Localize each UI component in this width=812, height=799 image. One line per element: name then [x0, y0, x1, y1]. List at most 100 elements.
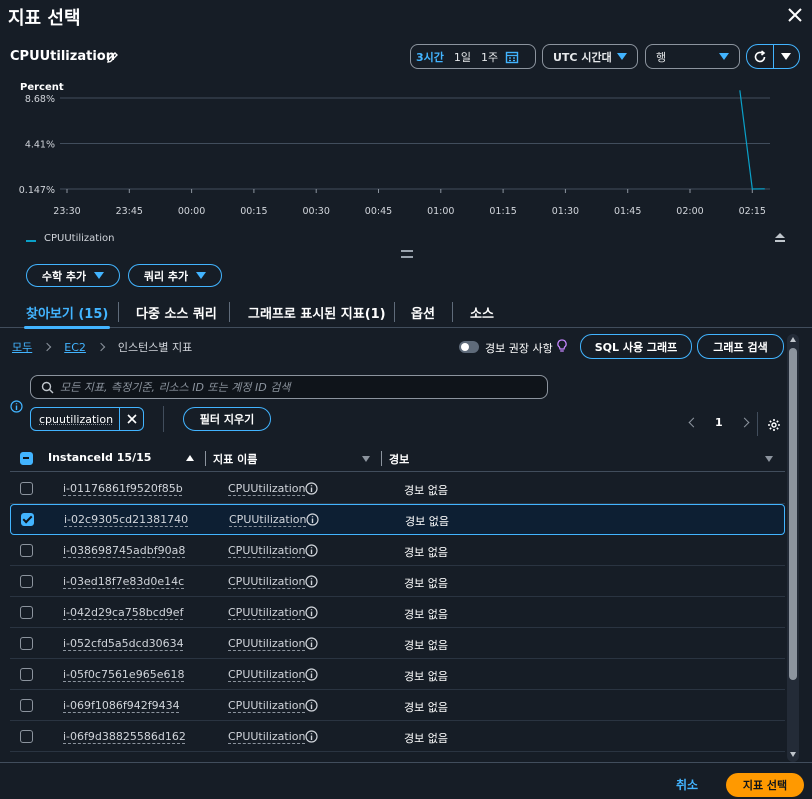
metric-name[interactable]: CPUUtilization — [228, 730, 305, 743]
table-row[interactable]: i-05f0c7561e965e618 CPUUtilization 경보 없음 — [10, 659, 785, 690]
metric-name[interactable]: CPUUtilization — [228, 699, 305, 712]
info-icon[interactable] — [305, 606, 318, 619]
table-row[interactable]: i-01176861f9520f85b CPUUtilization 경보 없음 — [10, 473, 785, 504]
page-number[interactable]: 1 — [715, 416, 723, 429]
metric-title: CPUUtilization — [10, 49, 115, 64]
alarm-status: 경보 없음 — [404, 639, 448, 652]
timezone-label: UTC 시간대 — [553, 50, 612, 64]
info-icon[interactable] — [305, 482, 318, 495]
row-checkbox[interactable] — [20, 637, 33, 650]
info-icon[interactable] — [305, 575, 318, 588]
chevron-left-icon[interactable] — [688, 417, 699, 428]
table-row[interactable]: i-03ed18f7e83d0e14c CPUUtilization 경보 없음 — [10, 566, 785, 597]
metric-name[interactable]: CPUUtilization — [228, 482, 305, 495]
table-row[interactable]: i-06f9d38825586d162 CPUUtilization 경보 없음 — [10, 721, 785, 752]
column-header-alarm[interactable]: 경보 — [389, 451, 409, 467]
column-header-instance-id[interactable]: InstanceId 15/15 — [48, 451, 151, 464]
instance-id-link[interactable]: i-052cfd5a5dcd30634 — [63, 637, 184, 650]
row-checkbox[interactable] — [20, 668, 33, 681]
info-icon[interactable] — [306, 513, 319, 526]
x-tick-label: 01:45 — [614, 206, 641, 217]
table-row[interactable]: i-038698745adbf90a8 CPUUtilization 경보 없음 — [10, 535, 785, 566]
graph-search-button[interactable]: 그래프 검색 — [697, 334, 784, 359]
info-icon[interactable] — [10, 400, 23, 413]
alarm-status: 경보 없음 — [404, 732, 448, 745]
metric-name[interactable]: CPUUtilization — [228, 637, 305, 650]
row-checkbox[interactable] — [20, 606, 33, 619]
add-math-button[interactable]: 수학 추가 — [26, 264, 120, 287]
instance-id-link[interactable]: i-02c9305cd21381740 — [64, 513, 188, 526]
tab-multi-source-query[interactable]: 다중 소스 쿼리 — [136, 296, 217, 328]
metric-name[interactable]: CPUUtilization — [228, 544, 305, 557]
row-checkbox[interactable] — [20, 575, 33, 588]
column-header-metric-name[interactable]: 지표 이름 — [213, 451, 257, 467]
tab-browse[interactable]: 찾아보기 (15) — [23, 296, 111, 329]
select-all-checkbox[interactable] — [20, 452, 33, 465]
row-checkbox[interactable] — [21, 513, 34, 526]
scrollbar-thumb[interactable] — [789, 348, 797, 680]
search-icon — [41, 381, 54, 393]
refresh-options-button[interactable] — [772, 45, 799, 68]
instance-id-link[interactable]: i-01176861f9520f85b — [63, 482, 183, 495]
sort-icon[interactable] — [765, 456, 773, 462]
instance-id-link[interactable]: i-038698745adbf90a8 — [63, 544, 185, 557]
row-checkbox[interactable] — [20, 482, 33, 495]
instance-id-link[interactable]: i-03ed18f7e83d0e14c — [63, 575, 184, 588]
x-tick-label: 02:00 — [676, 206, 703, 217]
close-icon[interactable] — [786, 6, 804, 24]
time-range-1w[interactable]: 1주 — [476, 49, 503, 65]
cancel-button[interactable]: 취소 — [676, 776, 698, 793]
series-line — [739, 90, 765, 190]
time-range-3h[interactable]: 3시간 — [411, 49, 449, 65]
info-icon[interactable] — [305, 637, 318, 650]
chevron-right-icon[interactable] — [739, 417, 750, 428]
table-row[interactable]: i-069f1086f942f9434 CPUUtilization 경보 없음 — [10, 690, 785, 721]
tab-source[interactable]: 소스 — [470, 296, 494, 328]
time-range-1d[interactable]: 1일 — [449, 49, 476, 65]
refresh-button-group — [746, 44, 800, 69]
tab-graphed-metrics[interactable]: 그래프로 표시된 지표(1) — [248, 296, 386, 328]
metric-name[interactable]: CPUUtilization — [229, 513, 306, 526]
clear-filters-button[interactable]: 필터 지우기 — [183, 407, 271, 431]
table-row[interactable]: i-042d29ca758bcd9ef CPUUtilization 경보 없음 — [10, 597, 785, 628]
info-icon[interactable] — [305, 699, 318, 712]
gear-icon[interactable] — [767, 418, 781, 432]
instance-id-link[interactable]: i-05f0c7561e965e618 — [63, 668, 184, 681]
instance-id-link[interactable]: i-069f1086f942f9434 — [63, 699, 180, 712]
filter-token-remove-button[interactable] — [119, 408, 143, 430]
sort-icon[interactable] — [362, 456, 370, 462]
breadcrumb-ec2[interactable]: EC2 — [64, 341, 86, 354]
eject-icon[interactable] — [773, 230, 787, 244]
table-row[interactable]: i-02c9305cd21381740 CPUUtilization 경보 없음 — [10, 504, 785, 535]
timezone-dropdown[interactable]: UTC 시간대 — [542, 44, 638, 69]
alarm-recommendations-toggle[interactable] — [459, 341, 479, 353]
row-checkbox[interactable] — [20, 544, 33, 557]
calendar-icon[interactable] — [505, 50, 519, 64]
info-icon[interactable] — [305, 668, 318, 681]
scroll-up-icon[interactable] — [790, 337, 796, 342]
table-row[interactable]: i-052cfd5a5dcd30634 CPUUtilization 경보 없음 — [10, 628, 785, 659]
x-tick-label: 00:30 — [303, 206, 330, 217]
refresh-button[interactable] — [747, 45, 773, 68]
tab-options[interactable]: 옵션 — [411, 296, 435, 328]
search-input[interactable] — [60, 380, 530, 394]
instance-id-link[interactable]: i-06f9d38825586d162 — [63, 730, 186, 743]
row-checkbox[interactable] — [20, 699, 33, 712]
info-icon[interactable] — [305, 730, 318, 743]
resize-handle[interactable] — [401, 250, 413, 258]
metric-name[interactable]: CPUUtilization — [228, 575, 305, 588]
select-metric-button[interactable]: 지표 선택 — [726, 773, 804, 797]
breadcrumb-all[interactable]: 모두 — [12, 339, 32, 355]
info-icon[interactable] — [305, 544, 318, 557]
pencil-icon[interactable] — [106, 51, 119, 64]
add-query-button[interactable]: 쿼리 추가 — [128, 264, 222, 287]
sql-graph-button[interactable]: SQL 사용 그래프 — [580, 334, 692, 359]
instance-id-link[interactable]: i-042d29ca758bcd9ef — [63, 606, 183, 619]
metric-name[interactable]: CPUUtilization — [228, 606, 305, 619]
metric-name[interactable]: CPUUtilization — [228, 668, 305, 681]
row-checkbox[interactable] — [20, 730, 33, 743]
legend-item[interactable]: CPUUtilization — [26, 233, 114, 244]
scroll-down-icon[interactable] — [790, 752, 796, 757]
sort-ascending-icon[interactable] — [186, 455, 194, 461]
view-dropdown[interactable]: 행 — [645, 44, 740, 69]
